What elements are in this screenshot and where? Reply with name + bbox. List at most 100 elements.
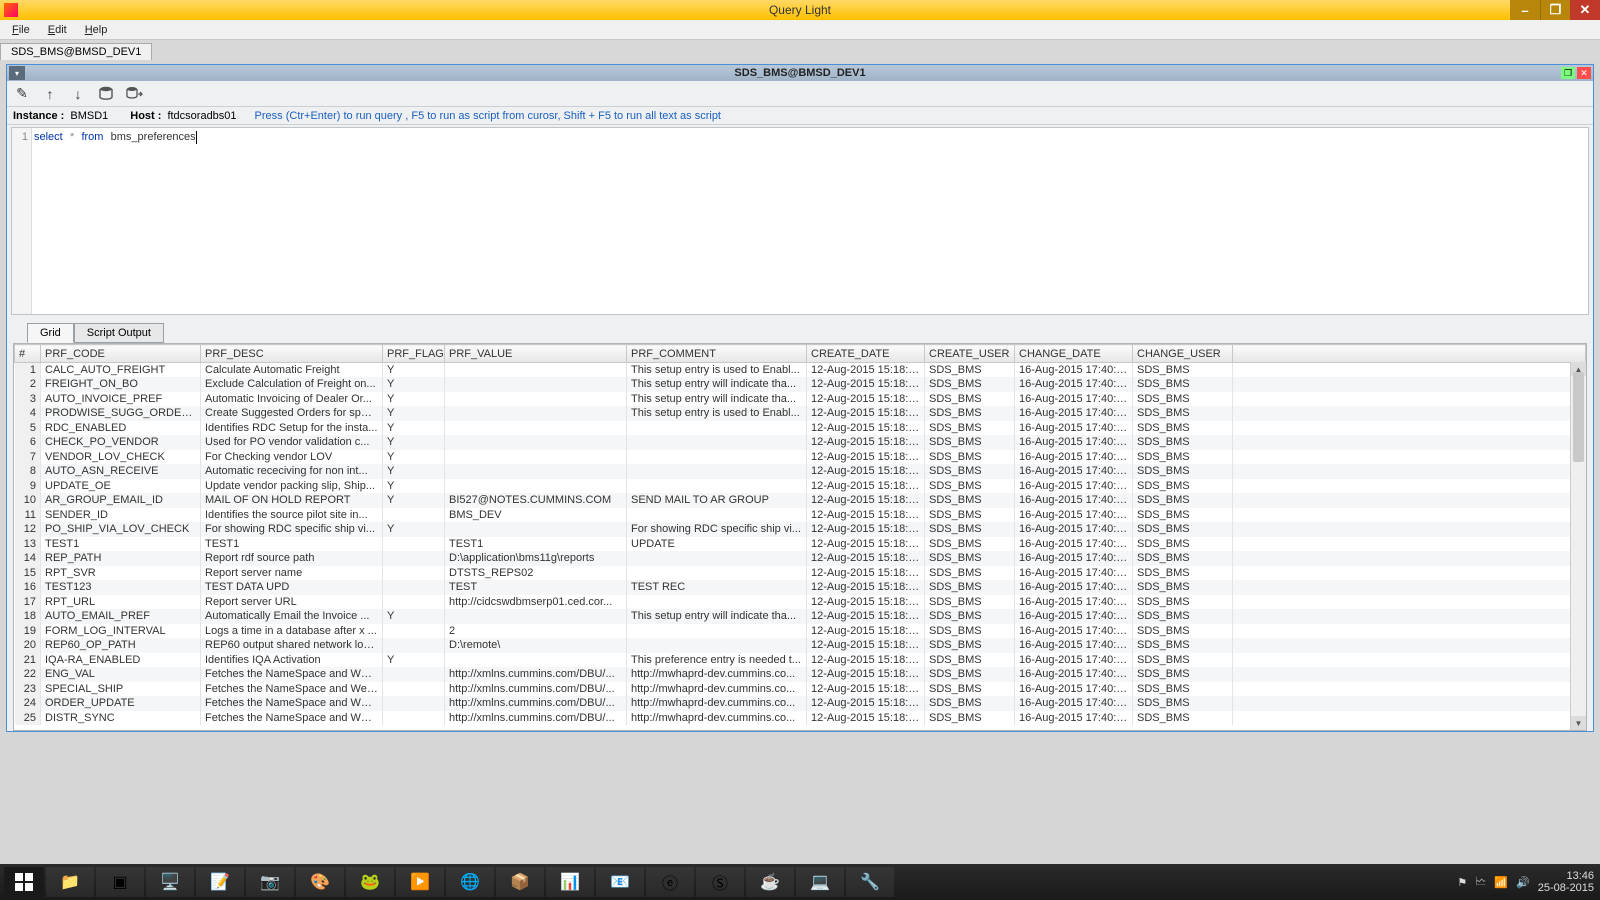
table-cell[interactable]: Create Suggested Orders for spec... (201, 406, 383, 421)
table-cell[interactable] (1233, 421, 1586, 436)
table-cell[interactable]: 16-Aug-2015 17:40:54 (1015, 464, 1133, 479)
table-cell[interactable] (1233, 522, 1586, 537)
taskbar-outlook-icon[interactable]: 📧 (596, 867, 644, 897)
table-cell[interactable]: SDS_BMS (925, 551, 1015, 566)
table-cell[interactable]: http://xmlns.cummins.com/DBU/... (445, 667, 627, 682)
table-cell[interactable]: Exclude Calculation of Freight on... (201, 377, 383, 392)
inner-close-button[interactable]: ✕ (1577, 67, 1591, 79)
table-cell[interactable] (1233, 580, 1586, 595)
table-row[interactable]: 20REP60_OP_PATHREP60 output shared netwo… (15, 638, 1586, 653)
table-cell[interactable]: SDS_BMS (925, 464, 1015, 479)
table-cell[interactable]: Fetches the NameSpace and WS ... (201, 667, 383, 682)
table-cell[interactable]: SDS_BMS (925, 493, 1015, 508)
table-cell[interactable]: SDS_BMS (1133, 392, 1233, 407)
table-cell[interactable] (1233, 508, 1586, 523)
system-tray[interactable]: ⚑ 🗠 📶 🔊 13:46 25-08-2015 (1457, 870, 1594, 894)
table-cell[interactable]: SDS_BMS (925, 638, 1015, 653)
table-cell[interactable]: CALC_AUTO_FREIGHT (41, 363, 201, 378)
table-cell[interactable]: 12-Aug-2015 15:18:10 (807, 522, 925, 537)
table-cell[interactable]: ENG_VAL (41, 667, 201, 682)
table-cell[interactable]: 12-Aug-2015 15:18:10 (807, 624, 925, 639)
menu-file[interactable]: File (4, 22, 38, 38)
taskbar-cmd-icon[interactable]: ▣ (96, 867, 144, 897)
table-cell[interactable]: 22 (15, 667, 41, 682)
table-cell[interactable]: Y (383, 522, 445, 537)
table-cell[interactable] (445, 421, 627, 436)
table-cell[interactable]: PRODWISE_SUGG_ORDERS (41, 406, 201, 421)
database-export-icon[interactable] (125, 85, 143, 103)
table-cell[interactable] (445, 392, 627, 407)
table-cell[interactable]: Y (383, 435, 445, 450)
table-cell[interactable] (627, 551, 807, 566)
window-minimize-button[interactable]: – (1510, 0, 1540, 20)
table-cell[interactable]: Report server name (201, 566, 383, 581)
taskbar-toad-icon[interactable]: 🐸 (346, 867, 394, 897)
table-cell[interactable] (627, 479, 807, 494)
table-cell[interactable]: 6 (15, 435, 41, 450)
table-cell[interactable] (627, 450, 807, 465)
table-row[interactable]: 12PO_SHIP_VIA_LOV_CHECKFor showing RDC s… (15, 522, 1586, 537)
table-cell[interactable]: Y (383, 464, 445, 479)
table-cell[interactable]: SDS_BMS (925, 595, 1015, 610)
table-cell[interactable]: PO_SHIP_VIA_LOV_CHECK (41, 522, 201, 537)
column-header[interactable]: CHANGE_USER (1133, 345, 1233, 363)
table-cell[interactable]: SDS_BMS (925, 363, 1015, 378)
table-cell[interactable]: 12-Aug-2015 15:18:10 (807, 392, 925, 407)
table-cell[interactable]: Report rdf source path (201, 551, 383, 566)
table-cell[interactable]: FORM_LOG_INTERVAL (41, 624, 201, 639)
table-cell[interactable]: TEST1 (201, 537, 383, 552)
window-menu-dropdown[interactable]: ▾ (9, 66, 25, 80)
table-cell[interactable]: 16-Aug-2015 17:40:54 (1015, 609, 1133, 624)
table-cell[interactable] (1233, 566, 1586, 581)
table-cell[interactable]: 8 (15, 464, 41, 479)
table-cell[interactable]: 12-Aug-2015 15:18:10 (807, 464, 925, 479)
table-cell[interactable]: 5 (15, 421, 41, 436)
table-cell[interactable]: 12-Aug-2015 15:18:10 (807, 421, 925, 436)
table-cell[interactable]: SDS_BMS (925, 421, 1015, 436)
table-cell[interactable]: 16-Aug-2015 17:40:54 (1015, 363, 1133, 378)
table-cell[interactable]: AUTO_INVOICE_PREF (41, 392, 201, 407)
table-cell[interactable]: REP60_OP_PATH (41, 638, 201, 653)
tray-clock[interactable]: 13:46 25-08-2015 (1538, 870, 1594, 894)
table-cell[interactable]: http://mwhaprd-dev.cummins.co... (627, 682, 807, 697)
table-cell[interactable]: 12-Aug-2015 15:18:10 (807, 653, 925, 668)
table-cell[interactable]: CHECK_PO_VENDOR (41, 435, 201, 450)
table-row[interactable]: 5RDC_ENABLEDIdentifies RDC Setup for the… (15, 421, 1586, 436)
table-cell[interactable]: 19 (15, 624, 41, 639)
table-cell[interactable]: 13 (15, 537, 41, 552)
table-cell[interactable]: SDS_BMS (925, 580, 1015, 595)
start-button[interactable] (4, 867, 44, 897)
table-cell[interactable]: 2 (15, 377, 41, 392)
table-cell[interactable]: Y (383, 609, 445, 624)
table-cell[interactable]: RPT_URL (41, 595, 201, 610)
table-cell[interactable]: TEST1 (445, 537, 627, 552)
table-cell[interactable]: 2 (445, 624, 627, 639)
table-cell[interactable] (1233, 696, 1586, 711)
table-cell[interactable]: Y (383, 450, 445, 465)
table-cell[interactable]: SDS_BMS (925, 667, 1015, 682)
inner-maximize-button[interactable]: ❐ (1561, 67, 1575, 79)
tray-flag-icon[interactable]: ⚑ (1457, 876, 1467, 889)
table-cell[interactable]: 16-Aug-2015 17:40:54 (1015, 522, 1133, 537)
column-header[interactable]: PRF_COMMENT (627, 345, 807, 363)
arrow-up-icon[interactable]: ↑ (41, 85, 59, 103)
table-cell[interactable]: Y (383, 479, 445, 494)
table-cell[interactable]: 12-Aug-2015 15:18:10 (807, 696, 925, 711)
table-cell[interactable]: BI527@NOTES.CUMMINS.COM (445, 493, 627, 508)
result-grid[interactable]: #PRF_CODEPRF_DESCPRF_FLAGPRF_VALUEPRF_CO… (13, 343, 1587, 731)
table-cell[interactable]: Automatic Invoicing of Dealer Or... (201, 392, 383, 407)
table-cell[interactable]: 12-Aug-2015 15:18:10 (807, 508, 925, 523)
window-maximize-button[interactable]: ❐ (1540, 0, 1570, 20)
table-cell[interactable]: Y (383, 653, 445, 668)
table-cell[interactable] (445, 464, 627, 479)
taskbar-skype-icon[interactable]: Ⓢ (696, 867, 744, 897)
table-cell[interactable]: AUTO_EMAIL_PREF (41, 609, 201, 624)
table-cell[interactable]: 11 (15, 508, 41, 523)
table-cell[interactable]: D:\remote\ (445, 638, 627, 653)
table-cell[interactable]: SDS_BMS (1133, 711, 1233, 726)
table-row[interactable]: 18AUTO_EMAIL_PREFAutomatically Email the… (15, 609, 1586, 624)
table-cell[interactable] (383, 696, 445, 711)
table-row[interactable]: 16TEST123TEST DATA UPDTESTTEST REC12-Aug… (15, 580, 1586, 595)
table-cell[interactable]: 12-Aug-2015 15:18:10 (807, 595, 925, 610)
table-cell[interactable]: 16-Aug-2015 17:40:54 (1015, 435, 1133, 450)
